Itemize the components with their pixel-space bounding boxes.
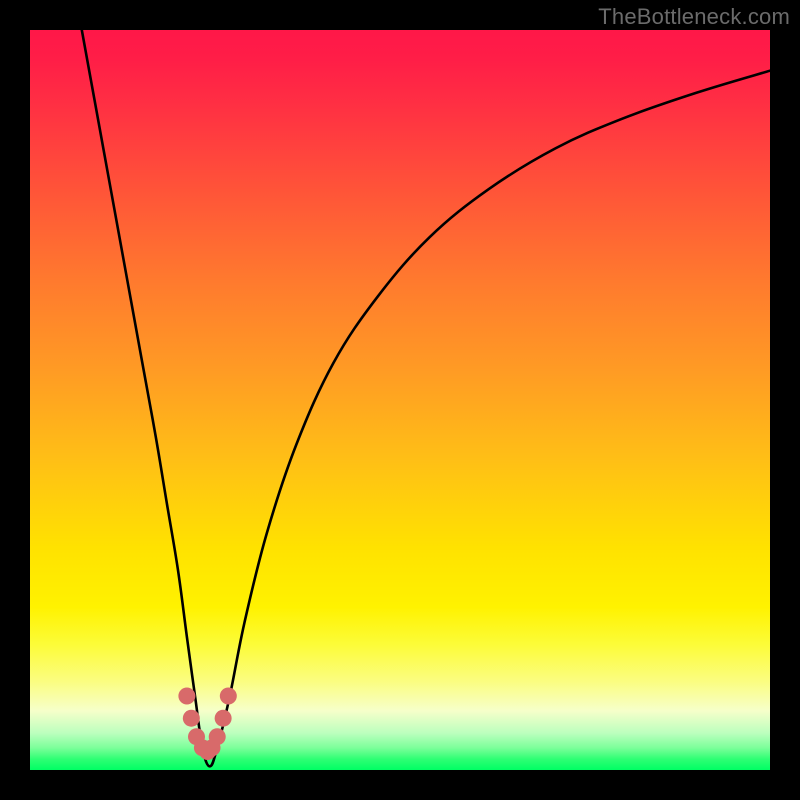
marker-dot [215, 710, 232, 727]
marker-dot [209, 728, 226, 745]
watermark-text: TheBottleneck.com [598, 4, 790, 30]
marker-dot [178, 688, 195, 705]
curve-layer [30, 30, 770, 770]
marker-dot [183, 710, 200, 727]
highlight-markers [178, 688, 236, 761]
bottleneck-curve [82, 30, 770, 766]
plot-area [30, 30, 770, 770]
chart-frame: TheBottleneck.com [0, 0, 800, 800]
marker-dot [220, 688, 237, 705]
